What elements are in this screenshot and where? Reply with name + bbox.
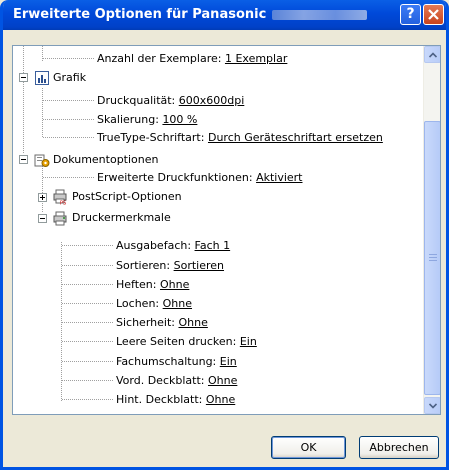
- svg-text:PS: PS: [60, 201, 66, 206]
- group-label: Dokumentoptionen: [53, 153, 159, 166]
- tree-item-back-cover[interactable]: Hint. Deckblatt: Ohne: [116, 392, 235, 408]
- title-bar[interactable]: Erweiterte Optionen für Panasonic ?: [3, 0, 446, 30]
- setting-label: Heften:: [116, 278, 157, 291]
- tree-item-advanced-printing[interactable]: Erweiterte Druckfunktionen: Aktiviert: [97, 170, 303, 186]
- setting-label: Sortieren:: [116, 259, 171, 272]
- options-tree-panel: Anzahl der Exemplare: 1 Exemplar Grafik …: [12, 45, 441, 415]
- expand-toggle[interactable]: [38, 193, 47, 202]
- tree-item-staple[interactable]: Heften: Ohne: [116, 277, 189, 293]
- setting-value[interactable]: 600x600dpi: [179, 94, 245, 107]
- setting-label: Druckqualität:: [97, 94, 176, 107]
- grip-line: [429, 257, 437, 258]
- setting-label: Hint. Deckblatt:: [116, 393, 203, 406]
- collapse-toggle[interactable]: [19, 155, 28, 164]
- grip-line: [429, 260, 437, 261]
- setting-value[interactable]: Durch Geräteschriftart ersetzen: [208, 131, 383, 144]
- setting-value[interactable]: Ohne: [163, 297, 192, 310]
- scroll-thumb[interactable]: [424, 121, 440, 395]
- setting-label: Anzahl der Exemplare:: [97, 52, 222, 65]
- close-button[interactable]: [423, 4, 444, 25]
- scroll-down-button[interactable]: [424, 397, 440, 414]
- tree-item-print-quality[interactable]: Druckqualität: 600x600dpi: [97, 93, 244, 109]
- printer-features-icon: [53, 211, 67, 226]
- setting-label: Sicherheit:: [116, 316, 175, 329]
- ok-button[interactable]: OK: [271, 436, 346, 459]
- scroll-up-button[interactable]: [424, 46, 440, 63]
- tree-item-tray-switching[interactable]: Fachumschaltung: Ein: [116, 354, 237, 370]
- graphics-icon: [35, 71, 49, 85]
- tree-item-printer-features[interactable]: Druckermerkmale: [72, 210, 171, 226]
- setting-value[interactable]: Ohne: [178, 316, 207, 329]
- postscript-icon: PS: [53, 189, 67, 206]
- group-label: Druckermerkmale: [72, 211, 171, 224]
- group-label: Grafik: [53, 71, 87, 84]
- chevron-up-icon: [429, 52, 437, 58]
- tree-item-security[interactable]: Sicherheit: Ohne: [116, 315, 208, 331]
- help-button[interactable]: ?: [400, 4, 421, 25]
- setting-value[interactable]: Sortieren: [174, 259, 224, 272]
- setting-label: Lochen:: [116, 297, 160, 310]
- dialog-window: Erweiterte Optionen für Panasonic ? Anza…: [0, 0, 449, 470]
- tree-item-sort[interactable]: Sortieren: Sortieren: [116, 258, 224, 274]
- window-title: Erweiterte Optionen für Panasonic: [13, 7, 368, 22]
- setting-value[interactable]: Ohne: [160, 278, 189, 291]
- group-label: PostScript-Optionen: [72, 190, 182, 203]
- collapse-toggle[interactable]: [19, 73, 28, 82]
- setting-label: TrueType-Schriftart:: [97, 131, 205, 144]
- setting-value[interactable]: Aktiviert: [256, 171, 302, 184]
- setting-value[interactable]: Fach 1: [195, 239, 231, 252]
- window-title-text: Erweiterte Optionen für Panasonic: [13, 7, 267, 22]
- tree-item-output-tray[interactable]: Ausgabefach: Fach 1: [116, 238, 230, 254]
- tree-item-scaling[interactable]: Skalierung: 100 %: [97, 112, 197, 128]
- setting-value[interactable]: 1 Exemplar: [225, 52, 287, 65]
- cancel-button[interactable]: Abbrechen: [359, 436, 439, 459]
- grip-line: [429, 254, 437, 255]
- model-name-redacted: [272, 9, 368, 20]
- tree-item-copies[interactable]: Anzahl der Exemplare: 1 Exemplar: [97, 51, 287, 67]
- setting-label: Leere Seiten drucken:: [116, 335, 237, 348]
- setting-value[interactable]: 100 %: [162, 113, 197, 126]
- document-options-icon: [34, 154, 50, 167]
- collapse-toggle[interactable]: [38, 214, 47, 223]
- setting-value[interactable]: Ohne: [206, 393, 235, 406]
- setting-label: Skalierung:: [97, 113, 159, 126]
- setting-label: Erweiterte Druckfunktionen:: [97, 171, 253, 184]
- setting-value[interactable]: Ein: [240, 335, 257, 348]
- tree-item-blank-pages[interactable]: Leere Seiten drucken: Ein: [116, 334, 257, 350]
- tree-item-document-options[interactable]: Dokumentoptionen: [53, 152, 159, 168]
- tree-item-truetype[interactable]: TrueType-Schriftart: Durch Geräteschrift…: [97, 130, 383, 146]
- tree-item-postscript[interactable]: PostScript-Optionen: [72, 189, 182, 205]
- setting-label: Fachumschaltung:: [116, 355, 217, 368]
- vertical-scrollbar[interactable]: [423, 46, 440, 414]
- close-icon: [428, 9, 439, 20]
- tree-item-graphics[interactable]: Grafik: [53, 70, 86, 86]
- tree-item-punch[interactable]: Lochen: Ohne: [116, 296, 192, 312]
- setting-label: Ausgabefach:: [116, 239, 192, 252]
- setting-label: Vord. Deckblatt:: [116, 374, 205, 387]
- options-tree: Anzahl der Exemplare: 1 Exemplar Grafik …: [13, 46, 423, 414]
- chevron-down-icon: [429, 403, 437, 409]
- setting-value[interactable]: Ohne: [208, 374, 237, 387]
- setting-value[interactable]: Ein: [220, 355, 237, 368]
- tree-item-front-cover[interactable]: Vord. Deckblatt: Ohne: [116, 373, 237, 389]
